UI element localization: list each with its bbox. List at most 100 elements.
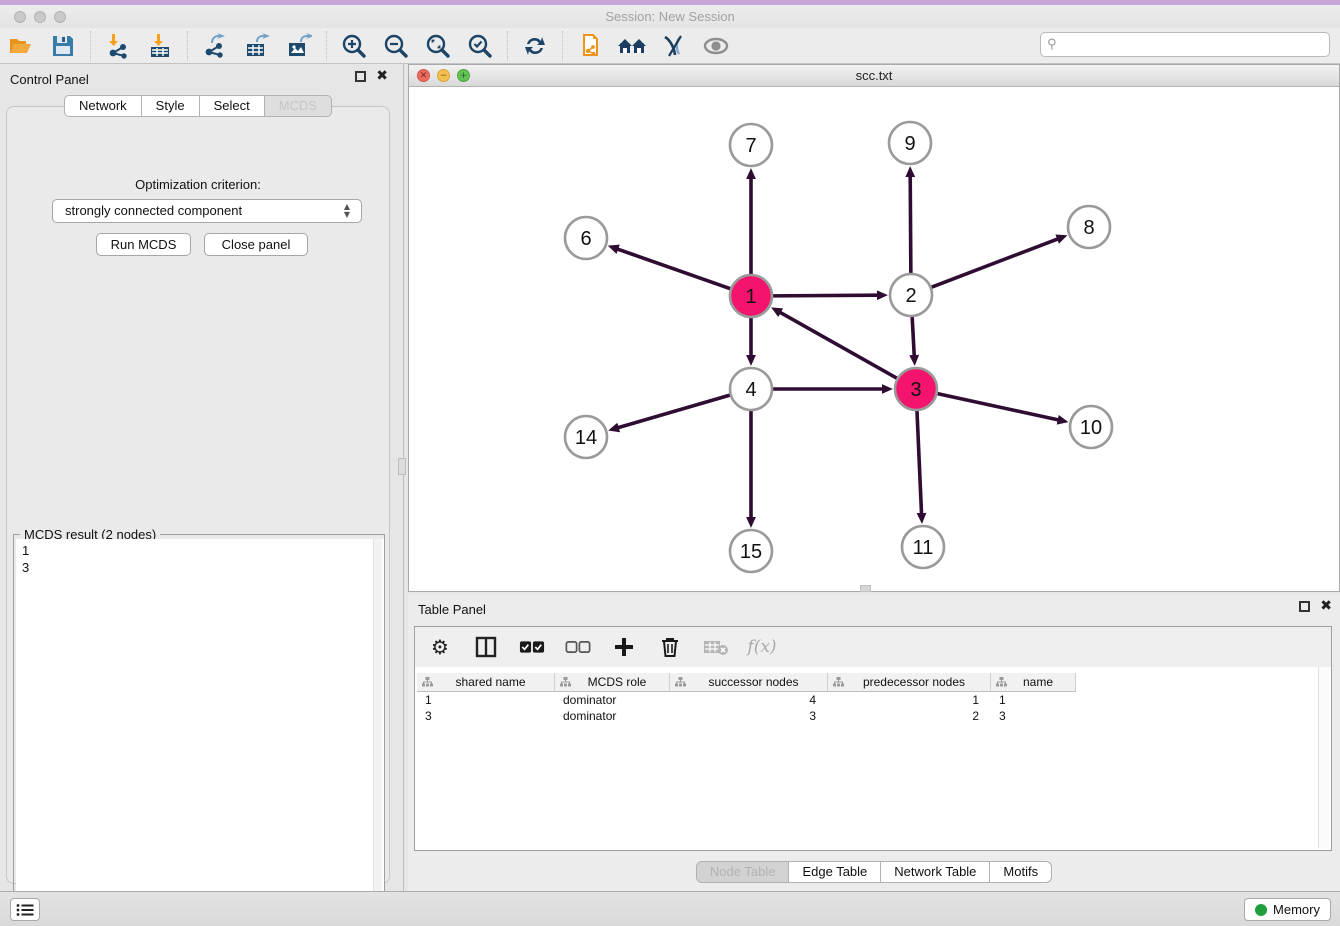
cell-name[interactable]: 3	[991, 708, 1076, 724]
vertical-splitter	[396, 64, 408, 891]
houses-icon[interactable]	[617, 31, 647, 61]
cell-shared-name[interactable]: 1	[417, 692, 555, 708]
cell-shared-name[interactable]: 3	[417, 708, 555, 724]
settings-gear-icon[interactable]: ⚙	[427, 634, 453, 660]
graph-edge-1-2[interactable]	[773, 295, 878, 296]
search-icon: ⚲	[1047, 37, 1057, 52]
delete-column-icon[interactable]	[657, 634, 683, 660]
open-file-icon[interactable]	[6, 31, 36, 61]
optimization-criterion-select[interactable]: strongly connected component ▲▼	[52, 199, 362, 223]
table-panel-tabs: Node TableEdge TableNetwork TableMotifs	[408, 861, 1340, 883]
task-history-button[interactable]	[10, 898, 40, 921]
save-session-icon[interactable]	[48, 31, 78, 61]
graph-node-label-15: 15	[740, 541, 762, 563]
import-network-icon[interactable]	[103, 31, 133, 61]
float-panel-icon[interactable]	[355, 71, 366, 82]
application-window: Session: New Session	[0, 0, 1340, 926]
control-tab-network[interactable]: Network	[64, 95, 142, 117]
search-input[interactable]	[1040, 32, 1330, 57]
split-columns-icon[interactable]	[473, 634, 499, 660]
table-panel: Table Panel ✖ ⚙	[408, 595, 1340, 891]
memory-button[interactable]: Memory	[1244, 898, 1331, 921]
delete-table-icon	[703, 634, 729, 660]
refresh-view-icon[interactable]	[520, 31, 550, 61]
select-all-checkboxes-icon[interactable]	[519, 634, 545, 660]
new-network-from-selection-icon[interactable]	[575, 31, 605, 61]
zoom-selected-icon[interactable]	[465, 31, 495, 61]
graph-edge-2-3[interactable]	[912, 317, 914, 356]
cell-successor-nodes[interactable]: 3	[670, 708, 828, 724]
zoom-in-icon[interactable]	[339, 31, 369, 61]
network-window-titlebar[interactable]: ✕ − + scc.txt	[409, 65, 1339, 87]
import-table-icon[interactable]	[145, 31, 175, 61]
graph-node-label-6: 6	[580, 228, 591, 250]
graph-edge-2-8[interactable]	[932, 239, 1059, 287]
control-tab-select[interactable]: Select	[200, 95, 265, 117]
toolbar-separator	[90, 31, 91, 61]
result-scrollbar[interactable]	[373, 539, 382, 912]
table-box: ⚙ f(x)	[414, 626, 1332, 851]
unselect-all-checkboxes-icon[interactable]	[565, 634, 591, 660]
column-header-shared-name[interactable]: shared name	[417, 673, 555, 692]
hide-graphics-details-icon[interactable]	[659, 31, 689, 61]
table-tab-edge-table[interactable]: Edge Table	[789, 861, 881, 883]
close-table-panel-icon[interactable]: ✖	[1320, 601, 1332, 612]
add-column-icon[interactable]	[611, 634, 637, 660]
cell-predecessor-nodes[interactable]: 1	[828, 692, 991, 708]
cell-MCDS-role[interactable]: dominator	[555, 692, 670, 708]
close-panel-icon[interactable]: ✖	[376, 71, 388, 82]
splitter-line	[403, 64, 404, 891]
graph-edge-2-9[interactable]	[910, 176, 911, 273]
cell-successor-nodes[interactable]: 4	[670, 692, 828, 708]
export-network-icon[interactable]	[200, 31, 230, 61]
graph-edge-1-6[interactable]	[617, 249, 730, 289]
graph-node-label-8: 8	[1083, 217, 1094, 239]
control-tab-style[interactable]: Style	[142, 95, 200, 117]
graph-node-label-1: 1	[745, 286, 756, 308]
table-toolbar: ⚙ f(x)	[415, 627, 1331, 667]
table-tab-network-table[interactable]: Network Table	[881, 861, 990, 883]
splitter-handle[interactable]	[398, 458, 406, 475]
column-header-successor-nodes[interactable]: successor nodes	[670, 673, 828, 692]
window-title: Session: New Session	[0, 9, 1340, 24]
table-panel-title: Table Panel	[418, 602, 486, 617]
optimization-criterion-label: Optimization criterion:	[7, 177, 389, 192]
graph-edge-3-11[interactable]	[917, 411, 922, 514]
column-header-predecessor-nodes[interactable]: predecessor nodes	[828, 673, 991, 692]
toolbar-separator	[326, 31, 327, 61]
graph-edge-4-14[interactable]	[618, 395, 730, 428]
main-toolbar: ⚲	[0, 28, 1340, 64]
export-table-icon[interactable]	[242, 31, 272, 61]
graph-node-label-11: 11	[913, 537, 934, 559]
mcds-result-text[interactable]: 1 3	[16, 539, 384, 912]
show-eye-icon[interactable]	[701, 31, 731, 61]
export-image-icon[interactable]	[284, 31, 314, 61]
table-tab-node-table[interactable]: Node Table	[696, 861, 790, 883]
graph-node-label-9: 9	[904, 133, 915, 155]
table-row-0[interactable]: 1dominator411	[417, 692, 1318, 708]
graph-edge-3-10[interactable]	[937, 394, 1058, 420]
cell-name[interactable]: 1	[991, 692, 1076, 708]
node-table: shared nameMCDS rolesuccessor nodesprede…	[417, 673, 1318, 724]
zoom-fit-icon[interactable]	[423, 31, 453, 61]
main-titlebar: Session: New Session	[0, 5, 1340, 28]
table-tab-motifs[interactable]: Motifs	[990, 861, 1052, 883]
toolbar-separator	[187, 31, 188, 61]
network-canvas[interactable]: 7968124314101511	[409, 87, 1339, 591]
column-header-name[interactable]: name	[991, 673, 1076, 692]
graph-node-label-2: 2	[905, 285, 916, 307]
graph-edge-3-1[interactable]	[780, 312, 897, 378]
float-table-panel-icon[interactable]	[1299, 601, 1310, 612]
cell-predecessor-nodes[interactable]: 2	[828, 708, 991, 724]
memory-status-icon	[1255, 904, 1267, 916]
table-row-1[interactable]: 3dominator323	[417, 708, 1318, 724]
run-mcds-button[interactable]: Run MCDS	[96, 233, 191, 256]
zoom-out-icon[interactable]	[381, 31, 411, 61]
network-view-window: ✕ − + scc.txt 7968124314101511	[408, 64, 1340, 592]
table-scrollbar[interactable]	[1318, 667, 1329, 848]
control-tab-mcds[interactable]: MCDS	[265, 95, 332, 117]
close-panel-button[interactable]: Close panel	[204, 233, 308, 256]
horizontal-splitter-handle[interactable]	[860, 585, 871, 592]
column-header-MCDS-role[interactable]: MCDS role	[555, 673, 670, 692]
cell-MCDS-role[interactable]: dominator	[555, 708, 670, 724]
